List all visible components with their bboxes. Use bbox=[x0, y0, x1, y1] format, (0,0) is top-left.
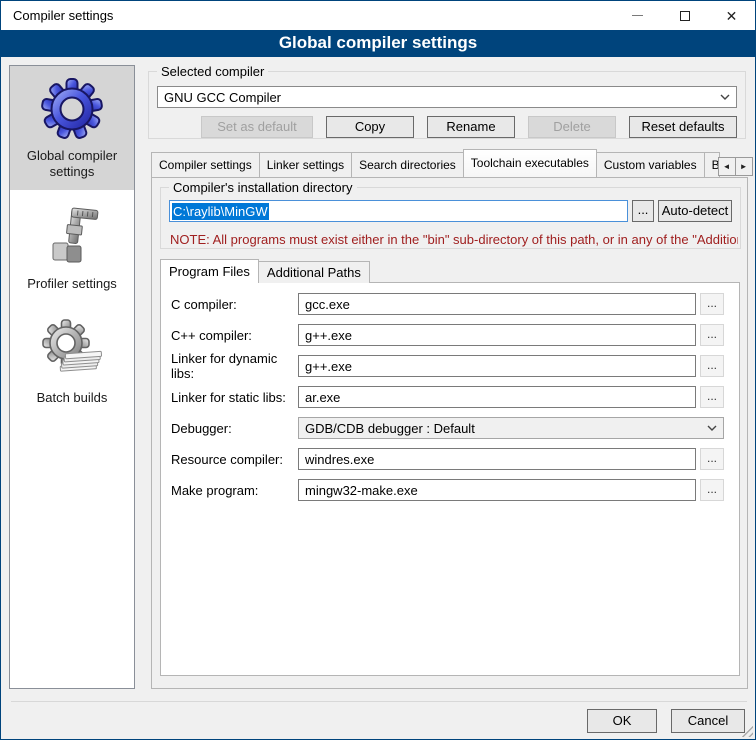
form-row-resource-compiler: Resource compiler: ... bbox=[161, 448, 739, 470]
installation-directory-row: C:\raylib\MinGW ... Auto-detect bbox=[169, 200, 732, 222]
browse-button[interactable]: ... bbox=[700, 479, 724, 501]
resource-compiler-label: Resource compiler: bbox=[161, 452, 298, 467]
caption-buttons: ✕ bbox=[614, 1, 755, 30]
window-title: Compiler settings bbox=[13, 1, 113, 30]
browse-button[interactable]: ... bbox=[700, 293, 724, 315]
compiler-actions: Set as default Copy Rename Delete Reset … bbox=[201, 116, 737, 138]
form-row-dynamic-linker: Linker for dynamic libs: ... bbox=[161, 355, 739, 377]
blue-gear-icon bbox=[14, 76, 130, 142]
ok-button[interactable]: OK bbox=[587, 709, 657, 733]
reset-defaults-button[interactable]: Reset defaults bbox=[629, 116, 737, 138]
tab-scroll-buttons: ◄ ► bbox=[719, 157, 753, 176]
debugger-select-value: GDB/CDB debugger : Default bbox=[305, 421, 707, 436]
installation-directory-group: Compiler's installation directory C:\ray… bbox=[160, 187, 741, 249]
caliper-icon bbox=[14, 204, 130, 270]
page-title: Global compiler settings bbox=[1, 30, 755, 57]
program-files-subtabs: Program Files Additional Paths bbox=[160, 259, 369, 283]
gray-gear-stack-icon bbox=[14, 318, 130, 384]
compiler-select-value: GNU GCC Compiler bbox=[164, 90, 714, 105]
rename-button[interactable]: Rename bbox=[427, 116, 515, 138]
form-row-make-program: Make program: ... bbox=[161, 479, 739, 501]
installation-directory-input[interactable]: C:\raylib\MinGW bbox=[169, 200, 628, 222]
subtab-additional-paths[interactable]: Additional Paths bbox=[258, 261, 370, 283]
debugger-select[interactable]: GDB/CDB debugger : Default bbox=[298, 417, 724, 439]
browse-button[interactable]: ... bbox=[700, 386, 724, 408]
tab-compiler-settings[interactable]: Compiler settings bbox=[151, 152, 260, 177]
cancel-button[interactable]: Cancel bbox=[671, 709, 745, 733]
c-compiler-label: C compiler: bbox=[161, 297, 298, 312]
maximize-button[interactable] bbox=[661, 1, 708, 30]
tab-custom-variables[interactable]: Custom variables bbox=[596, 152, 705, 177]
copy-button[interactable]: Copy bbox=[326, 116, 414, 138]
selected-path-text: C:\raylib\MinGW bbox=[172, 203, 269, 220]
set-as-default-button[interactable]: Set as default bbox=[201, 116, 313, 138]
make-program-label: Make program: bbox=[161, 483, 298, 498]
dynamic-linker-input[interactable] bbox=[298, 355, 696, 377]
form-row-cpp-compiler: C++ compiler: ... bbox=[161, 324, 739, 346]
group-label: Compiler's installation directory bbox=[169, 180, 357, 195]
browse-button[interactable]: ... bbox=[700, 355, 724, 377]
sidebar-item-label: Profiler settings bbox=[14, 276, 130, 292]
tab-toolchain-executables[interactable]: Toolchain executables bbox=[463, 149, 597, 177]
c-compiler-input[interactable] bbox=[298, 293, 696, 315]
footer-divider bbox=[11, 701, 747, 702]
compiler-settings-dialog: Compiler settings ✕ Global compiler sett… bbox=[0, 0, 756, 740]
selected-compiler-group: Selected compiler GNU GCC Compiler Set a… bbox=[148, 71, 746, 139]
sidebar-item-batch-builds[interactable]: Batch builds bbox=[10, 308, 134, 416]
settings-category-list: Global compiler settings bbox=[9, 65, 135, 689]
maximize-icon bbox=[680, 11, 690, 21]
tab-search-directories[interactable]: Search directories bbox=[351, 152, 464, 177]
sidebar-item-label: Global compiler settings bbox=[14, 148, 130, 180]
sidebar-item-label: Batch builds bbox=[14, 390, 130, 406]
make-program-input[interactable] bbox=[298, 479, 696, 501]
static-linker-input[interactable] bbox=[298, 386, 696, 408]
bin-subdirectory-note: NOTE: All programs must exist either in … bbox=[170, 232, 738, 247]
debugger-label: Debugger: bbox=[161, 421, 298, 436]
auto-detect-button[interactable]: Auto-detect bbox=[658, 200, 732, 222]
cpp-compiler-input[interactable] bbox=[298, 324, 696, 346]
form-row-static-linker: Linker for static libs: ... bbox=[161, 386, 739, 408]
toolchain-executables-page: Compiler's installation directory C:\ray… bbox=[151, 177, 748, 689]
tab-scroll-left-icon[interactable]: ◄ bbox=[718, 157, 736, 176]
dynamic-linker-label: Linker for dynamic libs: bbox=[161, 351, 298, 381]
chevron-down-icon bbox=[707, 425, 717, 431]
close-icon: ✕ bbox=[726, 9, 738, 23]
form-row-c-compiler: C compiler: ... bbox=[161, 293, 739, 315]
delete-button[interactable]: Delete bbox=[528, 116, 616, 138]
cpp-compiler-label: C++ compiler: bbox=[161, 328, 298, 343]
minimize-button[interactable] bbox=[614, 1, 661, 30]
subtab-program-files[interactable]: Program Files bbox=[160, 259, 259, 283]
tab-scroll-right-icon[interactable]: ► bbox=[735, 157, 753, 176]
form-row-debugger: Debugger: GDB/CDB debugger : Default bbox=[161, 417, 739, 439]
browse-button[interactable]: ... bbox=[700, 448, 724, 470]
minimize-icon bbox=[632, 15, 643, 16]
resource-compiler-input[interactable] bbox=[298, 448, 696, 470]
sidebar-item-global-compiler-settings[interactable]: Global compiler settings bbox=[10, 66, 134, 190]
titlebar: Compiler settings ✕ bbox=[1, 1, 755, 30]
tab-linker-settings[interactable]: Linker settings bbox=[259, 152, 352, 177]
static-linker-label: Linker for static libs: bbox=[161, 390, 298, 405]
program-files-page: C compiler: ... C++ compiler: ... Linker… bbox=[160, 282, 740, 676]
sidebar-item-profiler-settings[interactable]: Profiler settings bbox=[10, 194, 134, 302]
browse-directory-button[interactable]: ... bbox=[632, 200, 654, 222]
chevron-down-icon bbox=[720, 94, 730, 100]
browse-button[interactable]: ... bbox=[700, 324, 724, 346]
compiler-select[interactable]: GNU GCC Compiler bbox=[157, 86, 737, 108]
group-label: Selected compiler bbox=[157, 64, 268, 79]
settings-tabstrip: Compiler settings Linker settings Search… bbox=[151, 149, 748, 177]
close-button[interactable]: ✕ bbox=[708, 1, 755, 30]
